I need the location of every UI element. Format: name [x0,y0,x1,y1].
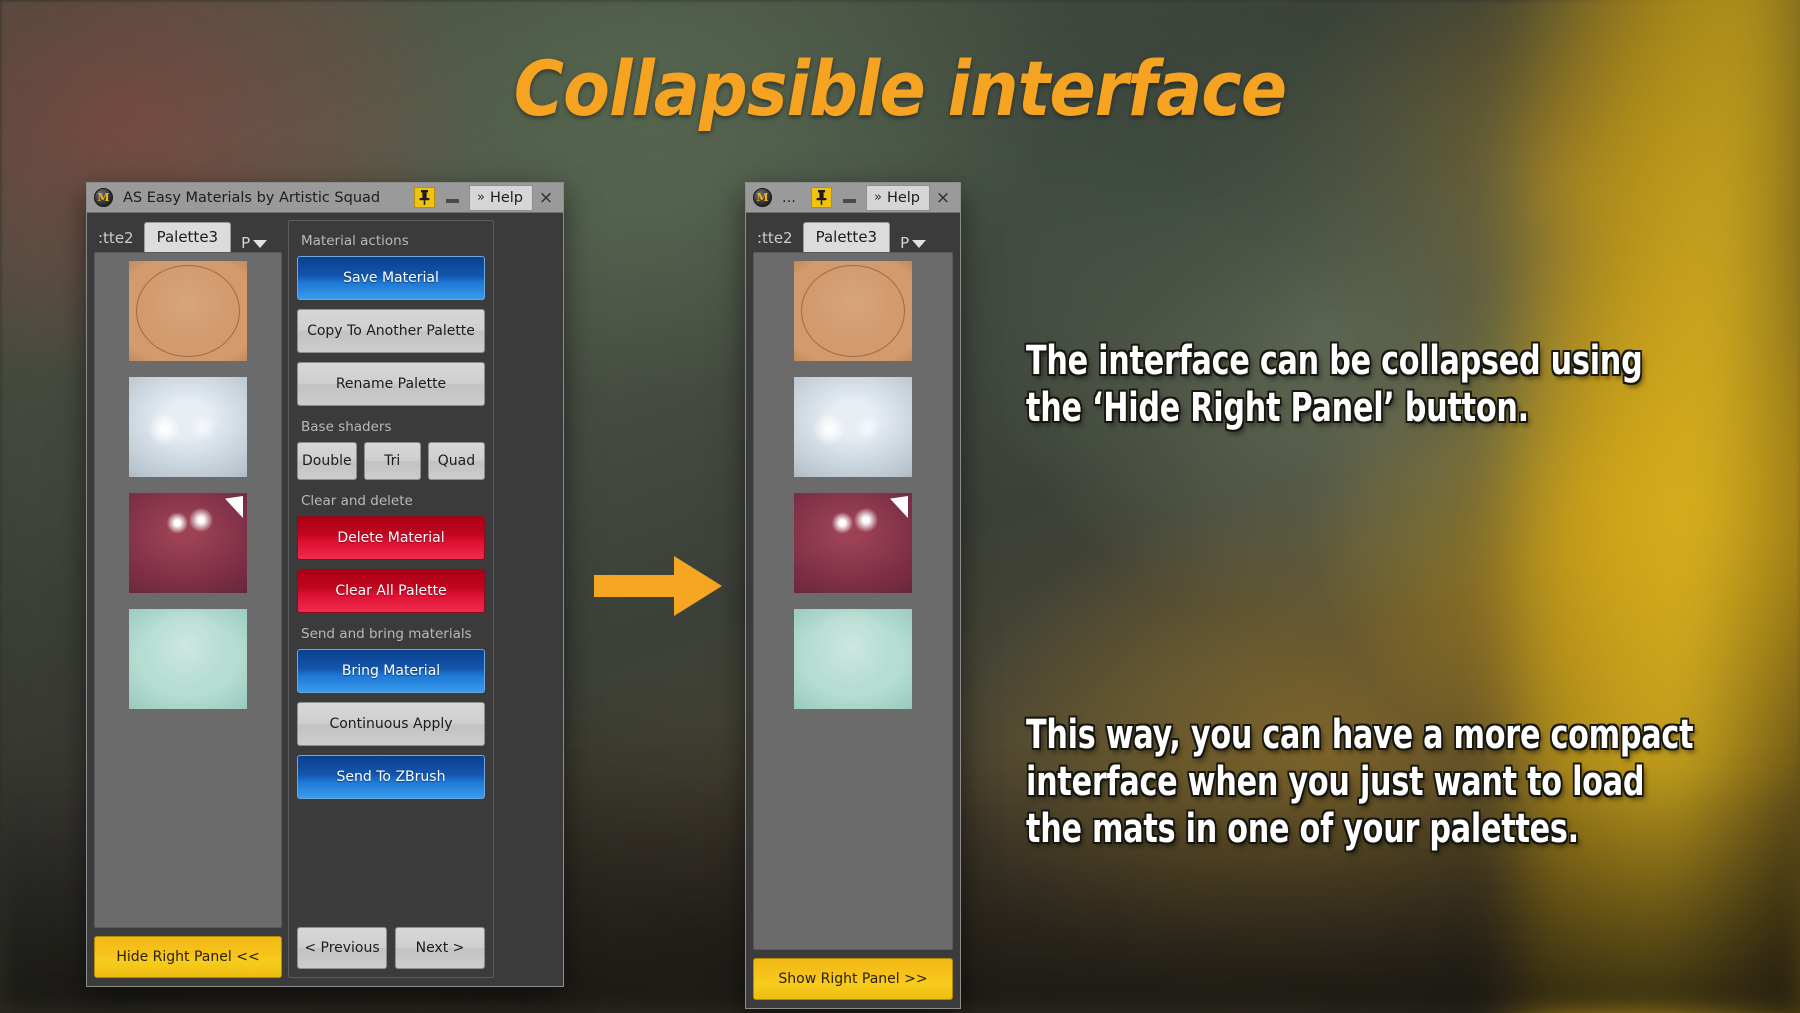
section-label-material-actions: Material actions [301,233,409,249]
material-swatch-skin[interactable] [794,261,912,361]
tab-overflow-menu[interactable]: P [241,234,268,252]
material-swatch-mint[interactable] [794,609,912,709]
help-button[interactable]: » Help [865,184,930,211]
window-title: AS Easy Materials by Artistic Squad [123,189,381,206]
chevron-down-icon [253,240,268,248]
next-button[interactable]: Next > [395,927,485,969]
material-swatch-mint[interactable] [129,609,247,709]
palette-tabs: :tte2 Palette3 P [94,220,282,252]
close-icon[interactable]: × [930,185,956,211]
copy-to-another-palette-button[interactable]: Copy To Another Palette [297,309,485,353]
material-swatch-skin[interactable] [129,261,247,361]
section-label-send-and-bring: Send and bring materials [301,626,472,642]
continuous-apply-button[interactable]: Continuous Apply [297,702,485,746]
help-label: Help [886,189,920,206]
collapsed-window-body: :tte2 Palette3 P Show Right Panel >> [746,213,960,1008]
section-label-clear-and-delete: Clear and delete [301,493,413,509]
shader-double-button[interactable]: Double [297,442,357,480]
tab-overflow-menu[interactable]: P [900,234,927,252]
material-swatch-list[interactable] [94,252,282,928]
tab-palette2[interactable]: :tte2 [757,224,801,252]
tab-overflow-label: P [241,234,251,252]
bring-material-button[interactable]: Bring Material [297,649,485,693]
chevron-down-icon: » [873,190,882,205]
material-swatch-steel[interactable] [129,377,247,477]
expanded-window-body: :tte2 Palette3 P Hide Right Panel << Mat… [87,213,563,986]
pin-icon[interactable] [413,187,435,208]
screenshot-root: Collapsible interface M AS Easy Material… [0,0,1800,1013]
close-icon[interactable]: × [533,185,559,211]
window-title: ... [782,189,796,206]
tab-palette3[interactable]: Palette3 [143,222,232,252]
save-material-button[interactable]: Save Material [297,256,485,300]
palette-nav-row: < Previous Next > [297,927,485,969]
panel-spacer [297,808,485,927]
expanded-app-window: M AS Easy Materials by Artistic Squad » … [86,182,564,987]
minimize-icon[interactable] [443,188,463,208]
help-label: Help [489,189,523,206]
previous-button[interactable]: < Previous [297,927,387,969]
section-label-base-shaders: Base shaders [301,419,392,435]
material-swatch-steel[interactable] [794,377,912,477]
material-swatch-wine[interactable] [129,493,247,593]
tab-overflow-label: P [900,234,910,252]
base-shader-buttons: Double Tri Quad [297,442,486,480]
minimize-icon[interactable] [840,188,860,208]
clear-all-palette-button[interactable]: Clear All Palette [297,569,485,613]
orange-right-arrow-icon [594,556,722,616]
collapsed-titlebar: M ... » Help × [746,183,960,213]
page-title: Collapsible interface [513,44,1287,133]
chevron-down-icon [912,240,927,248]
help-button[interactable]: » Help [468,184,533,211]
tab-palette2[interactable]: :tte2 [98,224,142,252]
rename-palette-button[interactable]: Rename Palette [297,362,485,406]
show-right-panel-button[interactable]: Show Right Panel >> [753,958,953,1000]
palette-column: :tte2 Palette3 P Show Right Panel >> [753,220,953,1000]
shader-quad-button[interactable]: Quad [427,442,486,480]
expanded-titlebar: M AS Easy Materials by Artistic Squad » … [87,183,563,213]
tab-palette3[interactable]: Palette3 [802,222,891,252]
annotation-compact-hint: This way, you can have a more compact in… [1026,712,1694,853]
delete-material-button[interactable]: Delete Material [297,516,485,560]
show-panel-row: Show Right Panel >> [753,958,953,1000]
palette-tabs: :tte2 Palette3 P [753,220,953,252]
annotation-collapse-hint: The interface can be collapsed using the… [1026,338,1643,432]
app-logo-icon: M [753,188,772,207]
material-actions-panel: Material actions Save Material Copy To A… [288,220,494,978]
material-swatch-wine[interactable] [794,493,912,593]
send-to-zbrush-button[interactable]: Send To ZBrush [297,755,485,799]
palette-column: :tte2 Palette3 P Hide Right Panel << [94,220,282,978]
hide-panel-row: Hide Right Panel << [94,936,282,978]
pin-icon[interactable] [810,187,832,208]
hide-right-panel-button[interactable]: Hide Right Panel << [94,936,282,978]
shader-tri-button[interactable]: Tri [363,442,421,480]
collapsed-app-window: M ... » Help × :tte2 Palette3 P Show Rig… [745,182,961,1009]
app-logo-icon: M [94,188,113,207]
material-swatch-list[interactable] [753,252,953,950]
chevron-down-icon: » [476,190,485,205]
